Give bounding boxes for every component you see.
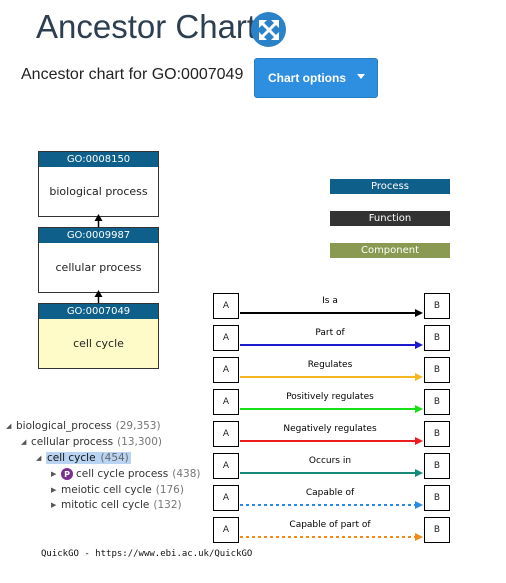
arrowhead (415, 501, 423, 509)
arrowhead (415, 469, 423, 477)
tree-item-cellular-process[interactable]: ◢ cellular process (13,300) (21, 436, 162, 448)
tree-count: (13,300) (117, 436, 163, 448)
tree-count: (176) (155, 484, 184, 496)
arrowhead (415, 405, 423, 413)
tree-item-meiotic-cell-cycle[interactable]: ▶ meiotic cell cycle (176) (51, 484, 184, 496)
tree-term[interactable]: cell cycle process (76, 468, 168, 480)
arrowhead (415, 437, 423, 445)
tree-count: (438) (172, 468, 201, 480)
arrowhead (415, 373, 423, 381)
expanded-triangle-icon[interactable]: ◢ (21, 438, 31, 446)
process-badge-icon: P (61, 468, 73, 480)
tree-item-biological-process[interactable]: ◢ biological_process (29,353) (6, 420, 161, 432)
collapsed-triangle-icon[interactable]: ▶ (51, 470, 61, 478)
expanded-triangle-icon[interactable]: ◢ (6, 422, 16, 430)
tree-term[interactable]: meiotic cell cycle (61, 484, 152, 496)
tree-item-mitotic-cell-cycle[interactable]: ▶ mitotic cell cycle (132) (51, 499, 182, 511)
arrowhead (415, 533, 423, 541)
collapsed-triangle-icon[interactable]: ▶ (51, 501, 61, 509)
tree-count: (454) (96, 452, 131, 464)
tree-count: (29,353) (115, 420, 161, 432)
tree-term[interactable]: cellular process (31, 436, 113, 448)
footer-credit: QuickGO - https://www.ebi.ac.uk/QuickGO (41, 549, 253, 559)
tree-term[interactable]: cell cycle (46, 452, 97, 464)
arrowhead (415, 341, 423, 349)
expanded-triangle-icon[interactable]: ◢ (36, 454, 46, 462)
tree-item-cell-cycle-process[interactable]: ▶ P cell cycle process (438) (51, 468, 200, 480)
arrowhead (415, 309, 423, 317)
tree-item-cell-cycle[interactable]: ◢ cell cycle (454) (36, 452, 131, 464)
tree-count: (132) (153, 499, 182, 511)
tree-term[interactable]: biological_process (16, 420, 112, 432)
tree-term[interactable]: mitotic cell cycle (61, 499, 149, 511)
collapsed-triangle-icon[interactable]: ▶ (51, 486, 61, 494)
